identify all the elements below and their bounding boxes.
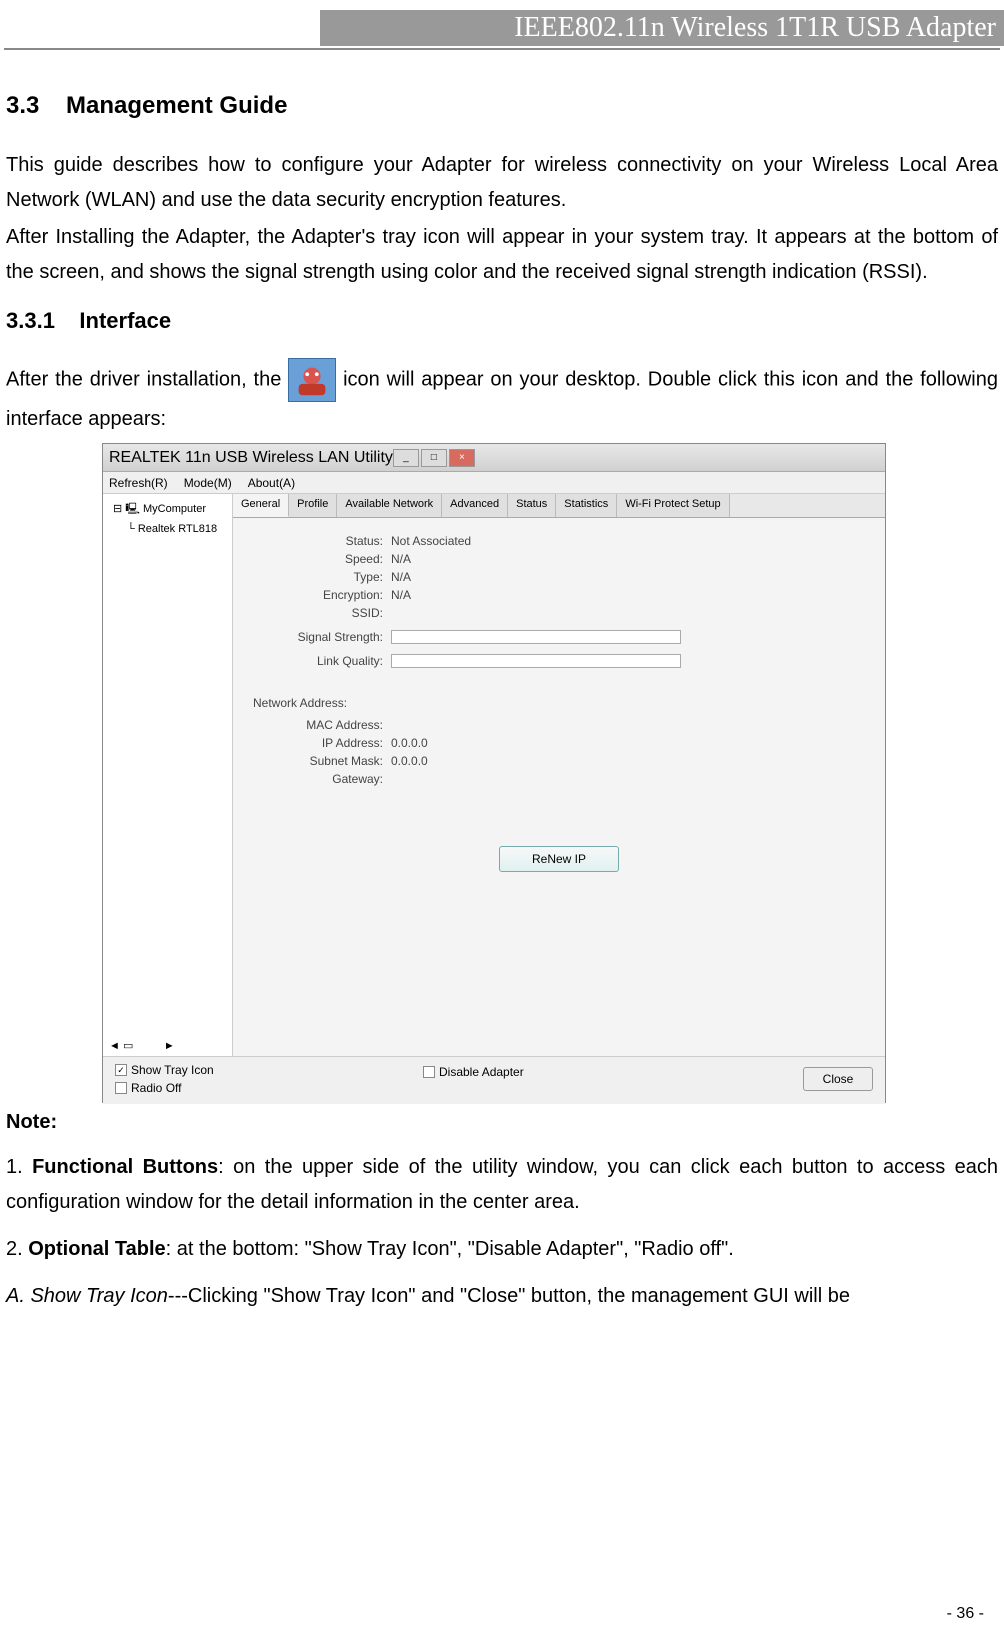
tab-general[interactable]: General <box>233 494 289 517</box>
speed-label: Speed: <box>253 552 383 566</box>
info-area: Status: Not Associated Speed: N/A Type: N/A… <box>233 518 885 884</box>
tree-root-label: MyComputer <box>143 503 206 515</box>
show-tray-label: Show Tray Icon <box>131 1063 214 1077</box>
interface-text-a: After the driver installation, the <box>6 368 288 390</box>
note-item-2: 2. Optional Table: at the bottom: "Show … <box>6 1232 998 1267</box>
section-title: Management Guide <box>66 92 287 119</box>
window-titlebar[interactable]: REALTEK 11n USB Wireless LAN Utility _ □… <box>103 444 885 472</box>
section-num: 3.3 <box>6 92 39 119</box>
link-bar <box>391 654 681 668</box>
item3-italic: A. Show Tray Icon <box>6 1285 168 1307</box>
encryption-value: N/A <box>391 588 411 602</box>
close-button[interactable]: Close <box>803 1067 873 1091</box>
tab-status[interactable]: Status <box>508 494 556 517</box>
tab-wps[interactable]: Wi-Fi Protect Setup <box>617 494 729 517</box>
signal-bar <box>391 630 681 644</box>
item2-rest: : at the bottom: "Show Tray Icon", "Disa… <box>166 1238 734 1260</box>
item1-bold: Functional Buttons <box>32 1156 218 1178</box>
item1-prefix: 1. <box>6 1156 32 1178</box>
close-window-button[interactable]: × <box>449 449 475 467</box>
radio-off-label: Radio Off <box>131 1081 181 1095</box>
section-heading: 3.3 Management Guide <box>6 92 998 120</box>
network-address-title: Network Address: <box>253 696 865 710</box>
ip-label: IP Address: <box>253 736 383 750</box>
disable-adapter-label: Disable Adapter <box>439 1065 524 1079</box>
status-label: Status: <box>253 534 383 548</box>
app-window: REALTEK 11n USB Wireless LAN Utility _ □… <box>102 443 886 1103</box>
window-title: REALTEK 11n USB Wireless LAN Utility <box>109 449 393 467</box>
tree-panel: ⊟ 🖳 MyComputer └ Realtek RTL818 ◄ ▭ ► <box>103 494 233 1056</box>
checkbox-icon <box>115 1082 127 1094</box>
main-area: ⊟ 🖳 MyComputer └ Realtek RTL818 ◄ ▭ ► Ge… <box>103 494 885 1056</box>
renew-wrap: ReNew IP <box>253 846 865 872</box>
renew-ip-button[interactable]: ReNew IP <box>499 846 619 872</box>
app-icon <box>288 358 336 402</box>
page-number: - 36 - <box>947 1605 984 1623</box>
signal-label: Signal Strength: <box>253 630 383 644</box>
tree-child[interactable]: └ Realtek RTL818 <box>107 521 228 537</box>
right-panel: General Profile Available Network Advanc… <box>233 494 885 1056</box>
tree-child-label: Realtek RTL818 <box>138 523 217 535</box>
mac-label: MAC Address: <box>253 718 383 732</box>
note-item-3: A. Show Tray Icon---Clicking "Show Tray … <box>6 1279 998 1314</box>
subsection-heading: 3.3.1 Interface <box>6 308 998 334</box>
radio-off-checkbox[interactable]: Radio Off <box>115 1081 214 1095</box>
note-item-1: 1. Functional Buttons: on the upper side… <box>6 1150 998 1220</box>
note-heading: Note: <box>6 1111 998 1134</box>
tab-advanced[interactable]: Advanced <box>442 494 508 517</box>
left-options: ✓ Show Tray Icon Radio Off <box>115 1063 214 1095</box>
intro-paragraph-1: This guide describes how to configure yo… <box>6 148 998 218</box>
interface-paragraph: After the driver installation, the icon … <box>6 358 998 437</box>
tree-root[interactable]: ⊟ 🖳 MyComputer <box>107 498 228 521</box>
page-content: 3.3 Management Guide This guide describe… <box>0 50 1004 1330</box>
intro-paragraph-2: After Installing the Adapter, the Adapte… <box>6 220 998 290</box>
status-value: Not Associated <box>391 534 471 548</box>
tree-scroll[interactable]: ◄ ▭ ► <box>109 1039 175 1052</box>
show-tray-checkbox[interactable]: ✓ Show Tray Icon <box>115 1063 214 1077</box>
checkbox-icon <box>423 1066 435 1078</box>
menu-mode[interactable]: Mode(M) <box>184 476 232 490</box>
bottom-options: ✓ Show Tray Icon Radio Off Disable Adapte… <box>103 1056 885 1104</box>
disable-adapter-checkbox[interactable]: Disable Adapter <box>423 1065 524 1079</box>
subsection-num: 3.3.1 <box>6 308 55 333</box>
type-label: Type: <box>253 570 383 584</box>
menu-refresh[interactable]: Refresh(R) <box>109 476 168 490</box>
tab-profile[interactable]: Profile <box>289 494 337 517</box>
type-value: N/A <box>391 570 411 584</box>
link-label: Link Quality: <box>253 654 383 668</box>
subnet-value: 0.0.0.0 <box>391 754 428 768</box>
menu-about[interactable]: About(A) <box>248 476 295 490</box>
tab-available-network[interactable]: Available Network <box>337 494 442 517</box>
menu-bar: Refresh(R) Mode(M) About(A) <box>103 472 885 494</box>
checkbox-icon: ✓ <box>115 1064 127 1076</box>
maximize-button[interactable]: □ <box>421 449 447 467</box>
encryption-label: Encryption: <box>253 588 383 602</box>
tab-row: General Profile Available Network Advanc… <box>233 494 885 518</box>
subsection-title: Interface <box>79 308 171 333</box>
item2-bold: Optional Table <box>28 1238 165 1260</box>
item2-prefix: 2. <box>6 1238 28 1260</box>
ssid-label: SSID: <box>253 606 383 620</box>
ip-value: 0.0.0.0 <box>391 736 428 750</box>
window-controls: _ □ × <box>393 449 475 467</box>
subnet-label: Subnet Mask: <box>253 754 383 768</box>
gateway-label: Gateway: <box>253 772 383 786</box>
tab-statistics[interactable]: Statistics <box>556 494 617 517</box>
item3-rest: ---Clicking "Show Tray Icon" and "Close"… <box>168 1285 850 1307</box>
speed-value: N/A <box>391 552 411 566</box>
minimize-button[interactable]: _ <box>393 449 419 467</box>
page-header: IEEE802.11n Wireless 1T1R USB Adapter <box>320 10 1004 46</box>
